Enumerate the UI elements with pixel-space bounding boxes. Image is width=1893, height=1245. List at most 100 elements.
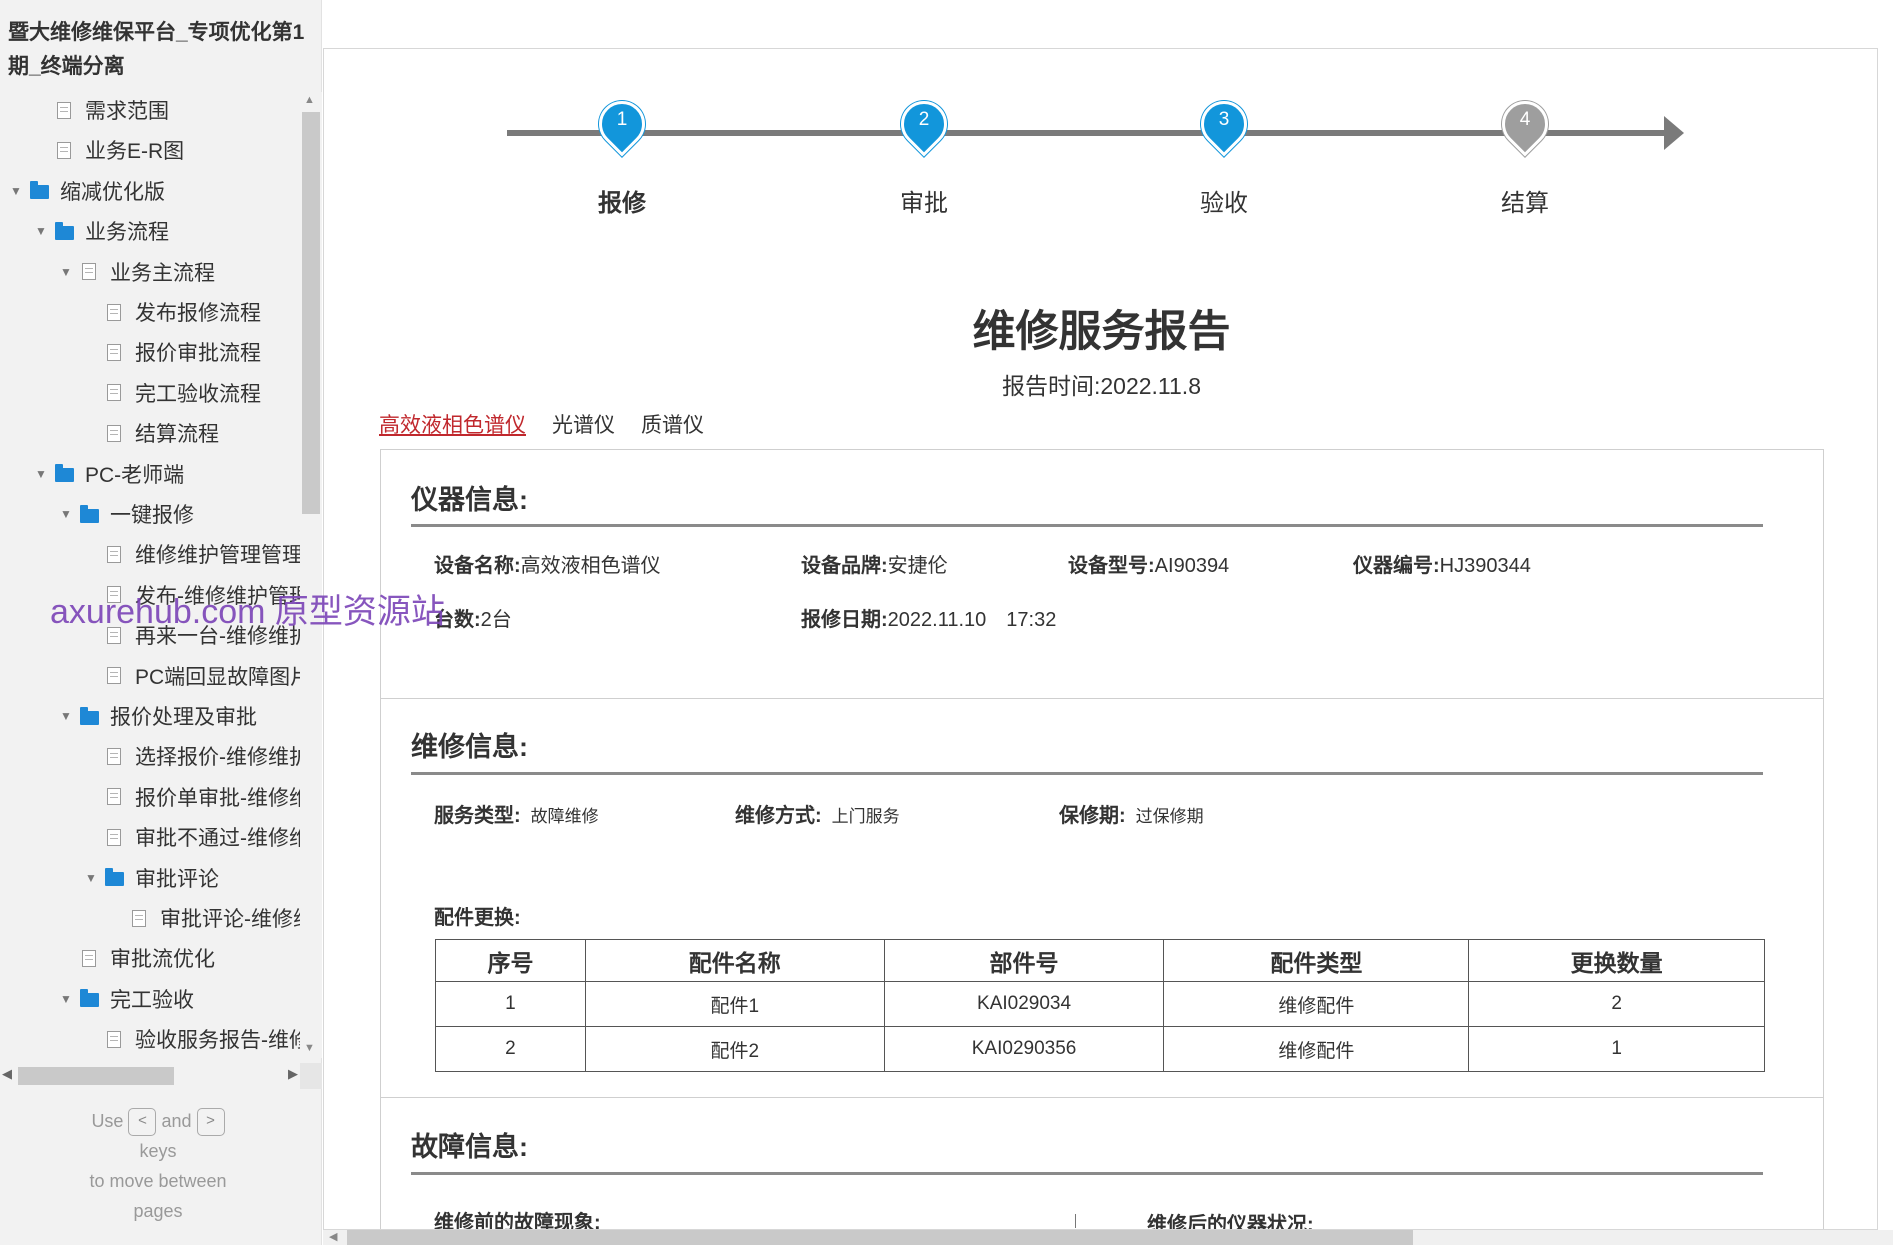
scroll-up-icon[interactable]: ▲ bbox=[304, 94, 315, 106]
step-number: 2 bbox=[918, 109, 930, 130]
tab-spectrometer[interactable]: 光谱仪 bbox=[552, 409, 615, 439]
page-glyph bbox=[107, 1030, 121, 1048]
repair-date-value: 2022.11.10 17:32 bbox=[887, 609, 1057, 631]
tree-item-label: 业务主流程 bbox=[110, 261, 215, 285]
prototype-canvas: 1 报修 2 审批 3 验收 4 结算 维修服务报告 报告时间:2022.11.… bbox=[323, 48, 1878, 1230]
progress-track bbox=[507, 130, 1667, 136]
hint-and: and bbox=[161, 1111, 192, 1131]
progress-steps: 1 报修 2 审批 3 验收 4 结算 bbox=[324, 49, 1877, 219]
expand-toggle-icon[interactable]: ▼ bbox=[58, 992, 74, 1006]
folder-icon bbox=[103, 868, 125, 888]
scrollbar-thumb[interactable] bbox=[18, 1067, 174, 1085]
tree-item[interactable]: 结算流程 bbox=[0, 413, 300, 453]
project-title: 暨大维修维保平台_专项优化第1期_终端分离 bbox=[8, 21, 305, 78]
tree-vertical-scrollbar[interactable]: ▲ ▼ bbox=[300, 92, 322, 1058]
tree-item-label: 报价审批流程 bbox=[135, 342, 261, 366]
scroll-right-icon[interactable]: ▶ bbox=[288, 1066, 298, 1082]
step-label: 验收 bbox=[1200, 190, 1248, 217]
tree-item[interactable]: ▼ 报价处理及审批 bbox=[0, 696, 300, 736]
page-glyph bbox=[132, 909, 146, 927]
tree-item-label: 审批评论 bbox=[135, 867, 219, 891]
repair-info-section: 维修信息: 服务类型: 故障维修 维修方式: 上门服务 保修期: 过保修期 配件更换:… bbox=[380, 698, 1824, 1098]
folder-icon bbox=[78, 504, 100, 524]
tree-item[interactable]: ▼ 缩减优化版 bbox=[0, 171, 300, 211]
parts-replacement-title: 配件更换: bbox=[434, 907, 521, 929]
expand-toggle-icon[interactable]: ▼ bbox=[58, 265, 74, 279]
tree-item[interactable]: 完工验收流程 bbox=[0, 373, 300, 413]
page-glyph bbox=[107, 384, 121, 402]
expand-toggle-icon[interactable]: ▼ bbox=[8, 184, 24, 198]
section-title: 故障信息: bbox=[411, 1132, 528, 1162]
tree-item[interactable]: 发布报修流程 bbox=[0, 292, 300, 332]
device-name-value: 高效液相色谱仪 bbox=[520, 555, 661, 577]
section-divider bbox=[411, 1172, 1763, 1175]
scrollbar-thumb[interactable] bbox=[347, 1230, 1413, 1245]
scrollbar-thumb[interactable] bbox=[302, 112, 320, 514]
canvas-horizontal-scrollbar[interactable]: ◀ bbox=[323, 1230, 1893, 1245]
tree-item[interactable]: 业务E-R图 bbox=[0, 130, 300, 170]
tab-mass-spectrometer[interactable]: 质谱仪 bbox=[641, 409, 704, 439]
expand-toggle-icon[interactable]: ▼ bbox=[33, 467, 49, 481]
folder-icon bbox=[28, 181, 50, 201]
tree-horizontal-scrollbar[interactable]: ◀ ▶ bbox=[0, 1063, 300, 1089]
tree-item[interactable]: 报价审批流程 bbox=[0, 332, 300, 372]
page-icon bbox=[103, 827, 125, 847]
expand-toggle-icon[interactable]: ▼ bbox=[58, 507, 74, 521]
table-cell: 1 bbox=[435, 981, 586, 1027]
tree-item[interactable]: 报价单审批-维修维 bbox=[0, 777, 300, 817]
watermark-text: axurehub.com 原型资源站 bbox=[50, 593, 445, 631]
expand-toggle-icon[interactable]: ▼ bbox=[83, 871, 99, 885]
folder-icon bbox=[53, 221, 75, 241]
tree-item-label: 需求范围 bbox=[85, 100, 169, 123]
scroll-left-icon[interactable]: ◀ bbox=[329, 1230, 337, 1243]
page-glyph bbox=[57, 141, 71, 159]
page-glyph bbox=[57, 101, 71, 119]
tree-item[interactable]: 需求范围 bbox=[0, 90, 300, 130]
tree-item[interactable]: 维修维护管理管理 bbox=[0, 534, 300, 574]
page-icon bbox=[103, 787, 125, 807]
tree-item[interactable]: 审批不通过-维修维 bbox=[0, 817, 300, 857]
tree-item[interactable]: ▼ 完工验收 bbox=[0, 979, 300, 1019]
report-time: 报告时间:2022.11.8 bbox=[1001, 373, 1201, 399]
tree-item[interactable]: PC端回显故障图片 bbox=[0, 656, 300, 696]
keyboard-hint: Use < and > keys to move between pages bbox=[0, 1106, 316, 1226]
tree-item[interactable]: 审批评论-维修维护 bbox=[0, 898, 300, 938]
tree-item-label: 审批评论-维修维护 bbox=[160, 908, 300, 931]
table-cell: 配件1 bbox=[584, 981, 885, 1027]
tree-item-label: PC-老师端 bbox=[85, 463, 185, 487]
parts-table: 序号 配件名称 部件号 配件类型 更换数量 1 配件1 KAI029034 维修… bbox=[435, 939, 1765, 1072]
tree-item[interactable]: ▼ 业务流程 bbox=[0, 211, 300, 251]
page-icon bbox=[53, 140, 75, 160]
page-glyph bbox=[107, 667, 121, 685]
tree-item[interactable]: ▼ 一键报修 bbox=[0, 494, 300, 534]
folder-glyph bbox=[79, 504, 99, 523]
instrument-tabs: 高效液相色谱仪 光谱仪 质谱仪 bbox=[379, 409, 730, 439]
tree-item-label: 审批流优化 bbox=[110, 948, 215, 972]
tree-item[interactable]: 验收服务报告-维修 bbox=[0, 1019, 300, 1059]
tree-item[interactable]: 选择报价-维修维护 bbox=[0, 736, 300, 776]
repair-date-label: 报修日期: bbox=[801, 609, 888, 631]
section-divider bbox=[411, 772, 1763, 775]
tree-item[interactable]: ▼ 业务主流程 bbox=[0, 252, 300, 292]
expand-toggle-icon[interactable]: ▼ bbox=[33, 224, 49, 238]
scroll-left-icon[interactable]: ◀ bbox=[2, 1066, 12, 1082]
instrument-info-section: 仪器信息: 设备名称:高效液相色谱仪 设备品牌:安捷伦 设备型号:AI90394… bbox=[380, 449, 1824, 699]
page-icon bbox=[103, 746, 125, 766]
page-glyph bbox=[82, 949, 96, 967]
page-glyph bbox=[107, 303, 121, 321]
tab-hplc[interactable]: 高效液相色谱仪 bbox=[379, 409, 526, 439]
tree-item[interactable]: 审批流优化 bbox=[0, 938, 300, 978]
folder-glyph bbox=[79, 989, 99, 1008]
tree-item-label: 维修维护管理管理 bbox=[135, 544, 300, 568]
column-divider bbox=[1075, 1214, 1076, 1228]
scroll-down-icon[interactable]: ▼ bbox=[304, 1042, 315, 1054]
folder-glyph bbox=[54, 464, 74, 483]
progress-arrow-icon bbox=[1664, 116, 1684, 150]
tree-item[interactable]: ▼ PC-老师端 bbox=[0, 454, 300, 494]
page-glyph bbox=[107, 424, 121, 442]
tree-item-label: 报价处理及审批 bbox=[110, 706, 257, 729]
tree-item[interactable]: ▼ 审批评论 bbox=[0, 858, 300, 898]
expand-toggle-icon[interactable]: ▼ bbox=[58, 709, 74, 723]
column-header: 部件号 bbox=[883, 939, 1165, 982]
tree-item-label: 缩减优化版 bbox=[60, 180, 165, 204]
